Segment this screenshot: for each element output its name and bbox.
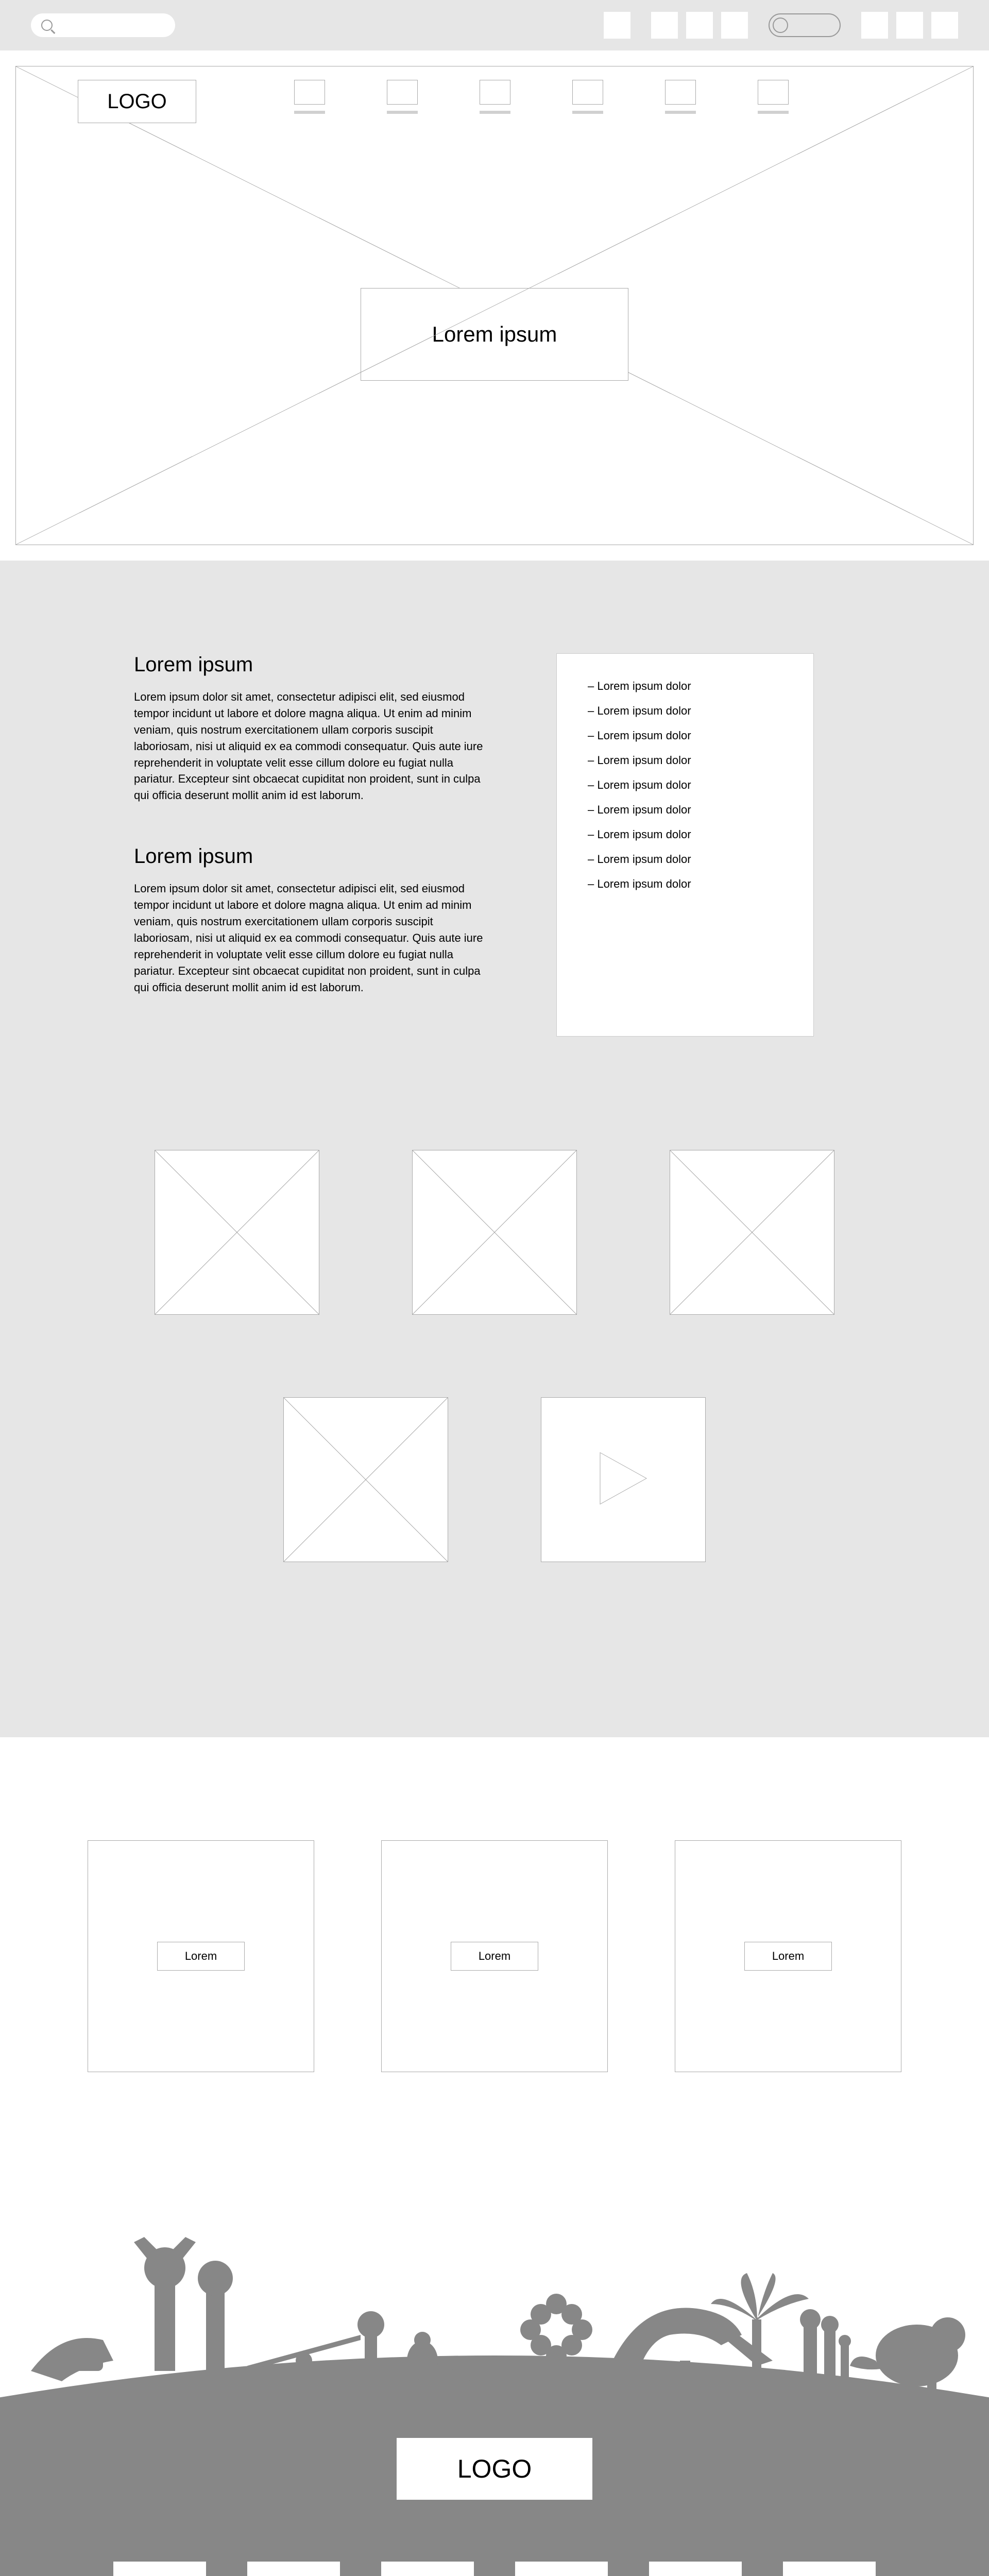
gallery-thumb[interactable] <box>155 1150 319 1315</box>
card[interactable]: Lorem <box>88 1840 314 2072</box>
search-input[interactable] <box>31 13 175 37</box>
feature-list-box: – Lorem ipsum dolor – Lorem ipsum dolor … <box>556 653 814 1037</box>
feature-list-item: – Lorem ipsum dolor <box>588 704 782 718</box>
topbar-group-3 <box>769 13 841 37</box>
hero-logo[interactable]: LOGO <box>78 80 196 123</box>
hero-headline: Lorem ipsum <box>361 288 628 381</box>
footer-logo[interactable]: LOGO <box>397 2438 592 2500</box>
topbar-square[interactable] <box>861 12 888 39</box>
hero-nav-item[interactable] <box>665 80 696 114</box>
topbar-square[interactable] <box>686 12 713 39</box>
topbar-group-2 <box>651 12 748 39</box>
toggle-switch[interactable] <box>769 13 841 37</box>
card-button[interactable]: Lorem <box>157 1942 245 1971</box>
feature-list-item: – Lorem ipsum dolor <box>588 778 782 792</box>
card-button[interactable]: Lorem <box>744 1942 832 1971</box>
feature-list-item: – Lorem ipsum dolor <box>588 877 782 891</box>
topbar-group-1 <box>604 12 630 39</box>
feature-list: – Lorem ipsum dolor – Lorem ipsum dolor … <box>588 680 782 891</box>
card[interactable]: Lorem <box>381 1840 608 2072</box>
content-section: Lorem ipsum Lorem ipsum dolor sit amet, … <box>0 561 989 1737</box>
topbar-square[interactable] <box>651 12 678 39</box>
feature-list-item: – Lorem ipsum dolor <box>588 803 782 817</box>
topbar-square[interactable] <box>931 12 958 39</box>
feature-list-item: – Lorem ipsum dolor <box>588 754 782 767</box>
content-left-column: Lorem ipsum Lorem ipsum dolor sit amet, … <box>134 653 494 1037</box>
footer: LOGO <box>0 2402 989 2576</box>
hero-nav <box>294 80 952 114</box>
footer-link[interactable] <box>113 2562 206 2576</box>
video-thumb[interactable] <box>541 1397 706 1562</box>
footer-link[interactable] <box>783 2562 876 2576</box>
gallery-thumb[interactable] <box>670 1150 834 1315</box>
search-icon <box>41 20 53 31</box>
section-paragraph-2: Lorem ipsum dolor sit amet, consectetur … <box>134 880 494 995</box>
section-heading-2: Lorem ipsum <box>134 845 494 868</box>
hero-image-placeholder: LOGO Lorem ipsum <box>15 66 974 545</box>
card-button[interactable]: Lorem <box>451 1942 538 1971</box>
card[interactable]: Lorem <box>675 1840 901 2072</box>
feature-list-item: – Lorem ipsum dolor <box>588 729 782 742</box>
hero-nav-item[interactable] <box>572 80 603 114</box>
section-paragraph-1: Lorem ipsum dolor sit amet, consectetur … <box>134 689 494 804</box>
feature-list-item: – Lorem ipsum dolor <box>588 680 782 693</box>
toggle-knob <box>773 18 788 33</box>
hero-nav-item[interactable] <box>480 80 510 114</box>
hero-nav-item[interactable] <box>758 80 789 114</box>
footer-illustration <box>0 2227 989 2402</box>
footer-link[interactable] <box>515 2562 608 2576</box>
footer-link[interactable] <box>649 2562 742 2576</box>
gallery-thumb[interactable] <box>283 1397 448 1562</box>
hero-nav-item[interactable] <box>387 80 418 114</box>
topbar-square[interactable] <box>604 12 630 39</box>
feature-list-item: – Lorem ipsum dolor <box>588 853 782 866</box>
footer-link[interactable] <box>247 2562 340 2576</box>
play-icon <box>595 1448 652 1512</box>
topbar-square[interactable] <box>721 12 748 39</box>
top-bar <box>0 0 989 50</box>
hero-section: LOGO Lorem ipsum <box>0 50 989 561</box>
cards-section: Lorem Lorem Lorem <box>0 1737 989 2227</box>
section-heading-1: Lorem ipsum <box>134 653 494 676</box>
hero-nav-item[interactable] <box>294 80 325 114</box>
topbar-group-4 <box>861 12 958 39</box>
footer-links-row <box>0 2562 989 2576</box>
footer-link[interactable] <box>381 2562 474 2576</box>
gallery <box>134 1150 855 1562</box>
feature-list-item: – Lorem ipsum dolor <box>588 828 782 841</box>
topbar-square[interactable] <box>896 12 923 39</box>
gallery-thumb[interactable] <box>412 1150 577 1315</box>
